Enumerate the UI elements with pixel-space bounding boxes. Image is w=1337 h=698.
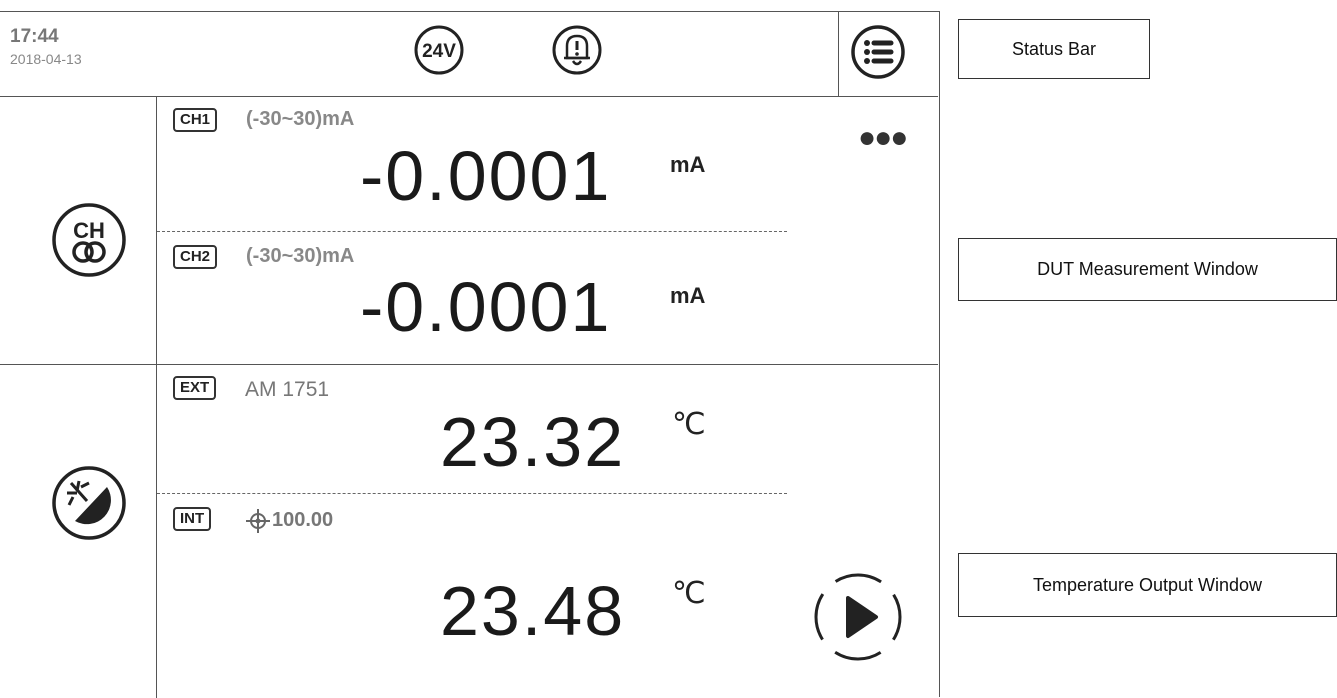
section-divider	[0, 364, 938, 365]
menu-divider	[838, 12, 839, 96]
annotation-dut-window: DUT Measurement Window	[958, 238, 1337, 301]
ext-badge: EXT	[173, 376, 217, 400]
annotation-status-bar: Status Bar	[958, 19, 1150, 79]
ext-temperature-value: 23.32	[440, 403, 626, 481]
int-temperature-value: 23.48	[440, 572, 626, 650]
ch2-range: (-30~30)mA	[246, 245, 355, 267]
ch2-unit: mA	[670, 283, 706, 308]
ch-separator	[157, 231, 787, 232]
ch1-range: (-30~30)mA	[246, 108, 355, 130]
clock-date: 2018-04-13	[10, 51, 82, 67]
int-setpoint: 100.00	[272, 509, 334, 531]
ch2-value: -0.0001	[360, 268, 612, 346]
24v-icon[interactable]: 24V	[413, 24, 465, 76]
alarm-icon[interactable]	[551, 24, 603, 76]
left-column-divider	[156, 96, 157, 698]
more-icon[interactable]: ●●●	[858, 123, 908, 153]
target-icon	[246, 509, 270, 533]
device-screen: 17:44 2018-04-13 24V CH CH1 (-30~30)mA ●…	[0, 11, 940, 698]
status-bar: 17:44 2018-04-13 24V	[0, 12, 938, 97]
play-icon[interactable]	[812, 571, 904, 663]
menu-icon[interactable]	[850, 24, 906, 80]
ch1-badge: CH1	[173, 108, 218, 132]
ext-temperature-unit: ℃	[672, 408, 706, 441]
annotation-temp-window: Temperature Output Window	[958, 553, 1337, 617]
temperature-mode-icon[interactable]	[51, 465, 127, 541]
svg-text:CH: CH	[73, 218, 105, 243]
int-badge: INT	[173, 507, 212, 531]
ch-mode-icon[interactable]: CH	[51, 202, 127, 278]
clock-time: 17:44	[10, 26, 59, 47]
power-label: 24V	[422, 41, 456, 62]
ch1-value: -0.0001	[360, 137, 612, 215]
temp-separator	[157, 493, 787, 494]
ch1-unit: mA	[670, 152, 706, 177]
ext-sensor-name: AM 1751	[245, 378, 330, 401]
int-temperature-unit: ℃	[672, 577, 706, 610]
ch2-badge: CH2	[173, 245, 218, 269]
